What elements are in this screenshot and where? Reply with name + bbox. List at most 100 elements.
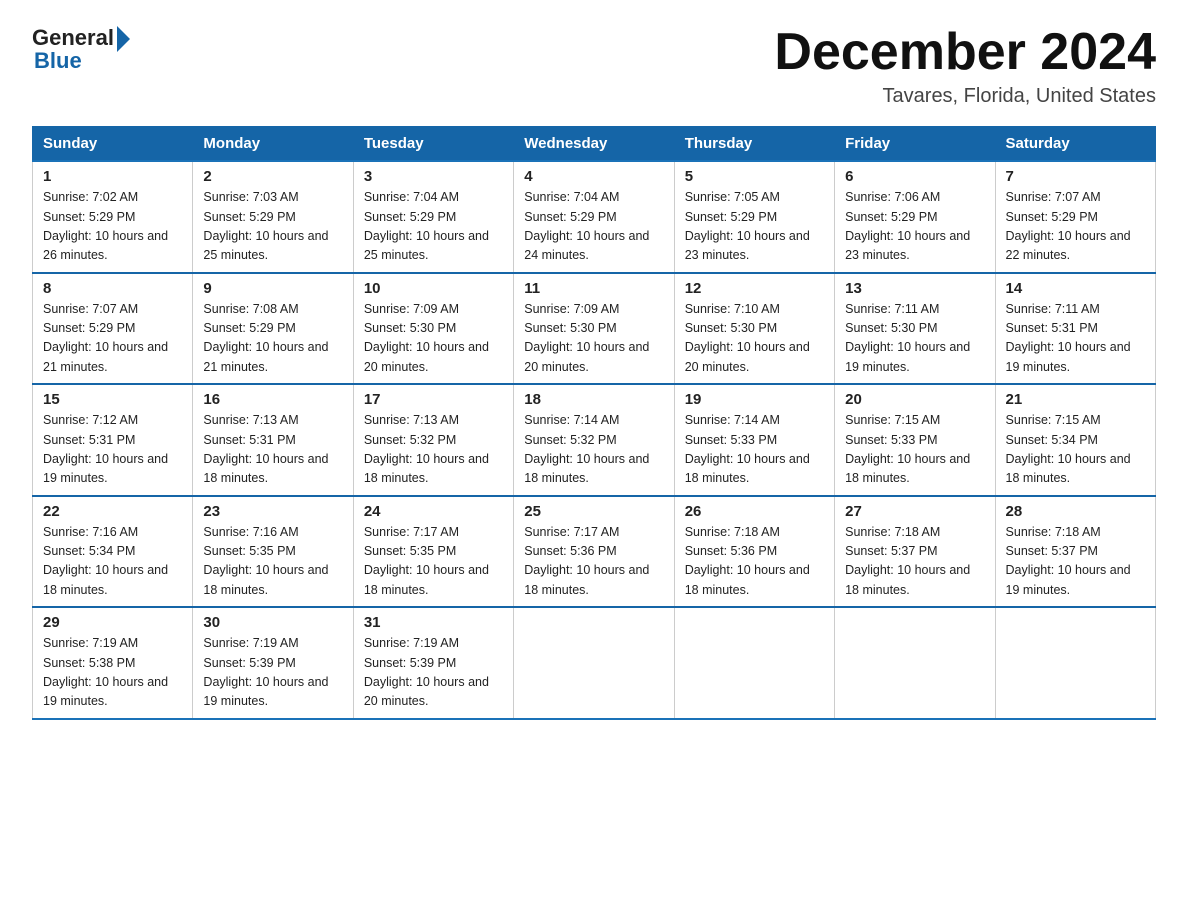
day-info: Sunrise: 7:07 AMSunset: 5:29 PMDaylight:… [1006, 190, 1131, 262]
day-header-friday: Friday [835, 127, 995, 162]
day-number: 27 [845, 503, 984, 520]
day-info: Sunrise: 7:06 AMSunset: 5:29 PMDaylight:… [845, 190, 970, 262]
calendar-cell [995, 607, 1155, 719]
calendar-cell: 19 Sunrise: 7:14 AMSunset: 5:33 PMDaylig… [674, 384, 834, 496]
day-info: Sunrise: 7:14 AMSunset: 5:32 PMDaylight:… [524, 413, 649, 485]
day-number: 11 [524, 280, 663, 297]
day-info: Sunrise: 7:16 AMSunset: 5:34 PMDaylight:… [43, 525, 168, 597]
calendar-cell: 10 Sunrise: 7:09 AMSunset: 5:30 PMDaylig… [353, 273, 513, 385]
day-number: 30 [203, 614, 342, 631]
calendar-week-row: 15 Sunrise: 7:12 AMSunset: 5:31 PMDaylig… [33, 384, 1156, 496]
calendar-cell: 14 Sunrise: 7:11 AMSunset: 5:31 PMDaylig… [995, 273, 1155, 385]
calendar-cell: 26 Sunrise: 7:18 AMSunset: 5:36 PMDaylig… [674, 496, 834, 608]
day-header-saturday: Saturday [995, 127, 1155, 162]
day-number: 3 [364, 168, 503, 185]
calendar-header-row: SundayMondayTuesdayWednesdayThursdayFrid… [33, 127, 1156, 162]
calendar-cell: 18 Sunrise: 7:14 AMSunset: 5:32 PMDaylig… [514, 384, 674, 496]
calendar-cell: 16 Sunrise: 7:13 AMSunset: 5:31 PMDaylig… [193, 384, 353, 496]
calendar-cell: 13 Sunrise: 7:11 AMSunset: 5:30 PMDaylig… [835, 273, 995, 385]
calendar-table: SundayMondayTuesdayWednesdayThursdayFrid… [32, 126, 1156, 720]
day-number: 12 [685, 280, 824, 297]
day-number: 16 [203, 391, 342, 408]
calendar-cell [674, 607, 834, 719]
day-number: 9 [203, 280, 342, 297]
calendar-cell: 8 Sunrise: 7:07 AMSunset: 5:29 PMDayligh… [33, 273, 193, 385]
day-info: Sunrise: 7:05 AMSunset: 5:29 PMDaylight:… [685, 190, 810, 262]
day-number: 13 [845, 280, 984, 297]
calendar-cell: 2 Sunrise: 7:03 AMSunset: 5:29 PMDayligh… [193, 161, 353, 273]
day-number: 17 [364, 391, 503, 408]
day-info: Sunrise: 7:10 AMSunset: 5:30 PMDaylight:… [685, 302, 810, 374]
day-info: Sunrise: 7:11 AMSunset: 5:31 PMDaylight:… [1006, 302, 1131, 374]
day-info: Sunrise: 7:12 AMSunset: 5:31 PMDaylight:… [43, 413, 168, 485]
calendar-cell: 4 Sunrise: 7:04 AMSunset: 5:29 PMDayligh… [514, 161, 674, 273]
day-info: Sunrise: 7:18 AMSunset: 5:37 PMDaylight:… [1006, 525, 1131, 597]
day-number: 20 [845, 391, 984, 408]
calendar-cell: 7 Sunrise: 7:07 AMSunset: 5:29 PMDayligh… [995, 161, 1155, 273]
day-info: Sunrise: 7:11 AMSunset: 5:30 PMDaylight:… [845, 302, 970, 374]
day-header-wednesday: Wednesday [514, 127, 674, 162]
day-number: 1 [43, 168, 182, 185]
day-info: Sunrise: 7:03 AMSunset: 5:29 PMDaylight:… [203, 190, 328, 262]
day-number: 25 [524, 503, 663, 520]
calendar-cell: 3 Sunrise: 7:04 AMSunset: 5:29 PMDayligh… [353, 161, 513, 273]
logo: General Blue [32, 24, 130, 74]
day-number: 31 [364, 614, 503, 631]
day-info: Sunrise: 7:04 AMSunset: 5:29 PMDaylight:… [524, 190, 649, 262]
calendar-cell: 1 Sunrise: 7:02 AMSunset: 5:29 PMDayligh… [33, 161, 193, 273]
calendar-cell: 28 Sunrise: 7:18 AMSunset: 5:37 PMDaylig… [995, 496, 1155, 608]
day-number: 21 [1006, 391, 1145, 408]
calendar-cell: 29 Sunrise: 7:19 AMSunset: 5:38 PMDaylig… [33, 607, 193, 719]
day-number: 15 [43, 391, 182, 408]
title-section: December 2024 Tavares, Florida, United S… [774, 24, 1156, 108]
day-number: 14 [1006, 280, 1145, 297]
calendar-cell: 25 Sunrise: 7:17 AMSunset: 5:36 PMDaylig… [514, 496, 674, 608]
day-info: Sunrise: 7:15 AMSunset: 5:33 PMDaylight:… [845, 413, 970, 485]
calendar-week-row: 22 Sunrise: 7:16 AMSunset: 5:34 PMDaylig… [33, 496, 1156, 608]
calendar-cell: 15 Sunrise: 7:12 AMSunset: 5:31 PMDaylig… [33, 384, 193, 496]
calendar-cell: 6 Sunrise: 7:06 AMSunset: 5:29 PMDayligh… [835, 161, 995, 273]
logo-blue-text: Blue [34, 48, 82, 74]
day-number: 4 [524, 168, 663, 185]
day-number: 7 [1006, 168, 1145, 185]
day-info: Sunrise: 7:19 AMSunset: 5:39 PMDaylight:… [203, 636, 328, 708]
day-info: Sunrise: 7:17 AMSunset: 5:36 PMDaylight:… [524, 525, 649, 597]
calendar-cell: 30 Sunrise: 7:19 AMSunset: 5:39 PMDaylig… [193, 607, 353, 719]
month-title: December 2024 [774, 24, 1156, 81]
page-header: General Blue December 2024 Tavares, Flor… [32, 24, 1156, 108]
day-number: 24 [364, 503, 503, 520]
day-header-sunday: Sunday [33, 127, 193, 162]
calendar-cell: 31 Sunrise: 7:19 AMSunset: 5:39 PMDaylig… [353, 607, 513, 719]
calendar-cell [835, 607, 995, 719]
calendar-cell: 12 Sunrise: 7:10 AMSunset: 5:30 PMDaylig… [674, 273, 834, 385]
calendar-cell: 22 Sunrise: 7:16 AMSunset: 5:34 PMDaylig… [33, 496, 193, 608]
day-number: 23 [203, 503, 342, 520]
calendar-cell: 21 Sunrise: 7:15 AMSunset: 5:34 PMDaylig… [995, 384, 1155, 496]
day-info: Sunrise: 7:13 AMSunset: 5:32 PMDaylight:… [364, 413, 489, 485]
day-info: Sunrise: 7:09 AMSunset: 5:30 PMDaylight:… [364, 302, 489, 374]
location-label: Tavares, Florida, United States [774, 85, 1156, 108]
day-info: Sunrise: 7:15 AMSunset: 5:34 PMDaylight:… [1006, 413, 1131, 485]
day-info: Sunrise: 7:17 AMSunset: 5:35 PMDaylight:… [364, 525, 489, 597]
day-number: 29 [43, 614, 182, 631]
calendar-cell: 11 Sunrise: 7:09 AMSunset: 5:30 PMDaylig… [514, 273, 674, 385]
calendar-cell: 5 Sunrise: 7:05 AMSunset: 5:29 PMDayligh… [674, 161, 834, 273]
calendar-cell: 9 Sunrise: 7:08 AMSunset: 5:29 PMDayligh… [193, 273, 353, 385]
calendar-week-row: 1 Sunrise: 7:02 AMSunset: 5:29 PMDayligh… [33, 161, 1156, 273]
day-number: 2 [203, 168, 342, 185]
logo-arrow-icon [117, 26, 130, 52]
calendar-cell: 24 Sunrise: 7:17 AMSunset: 5:35 PMDaylig… [353, 496, 513, 608]
day-header-tuesday: Tuesday [353, 127, 513, 162]
day-header-monday: Monday [193, 127, 353, 162]
day-info: Sunrise: 7:02 AMSunset: 5:29 PMDaylight:… [43, 190, 168, 262]
calendar-cell: 27 Sunrise: 7:18 AMSunset: 5:37 PMDaylig… [835, 496, 995, 608]
calendar-cell: 23 Sunrise: 7:16 AMSunset: 5:35 PMDaylig… [193, 496, 353, 608]
day-info: Sunrise: 7:09 AMSunset: 5:30 PMDaylight:… [524, 302, 649, 374]
day-info: Sunrise: 7:04 AMSunset: 5:29 PMDaylight:… [364, 190, 489, 262]
day-info: Sunrise: 7:18 AMSunset: 5:36 PMDaylight:… [685, 525, 810, 597]
day-info: Sunrise: 7:14 AMSunset: 5:33 PMDaylight:… [685, 413, 810, 485]
day-number: 19 [685, 391, 824, 408]
day-number: 26 [685, 503, 824, 520]
day-info: Sunrise: 7:13 AMSunset: 5:31 PMDaylight:… [203, 413, 328, 485]
day-number: 22 [43, 503, 182, 520]
